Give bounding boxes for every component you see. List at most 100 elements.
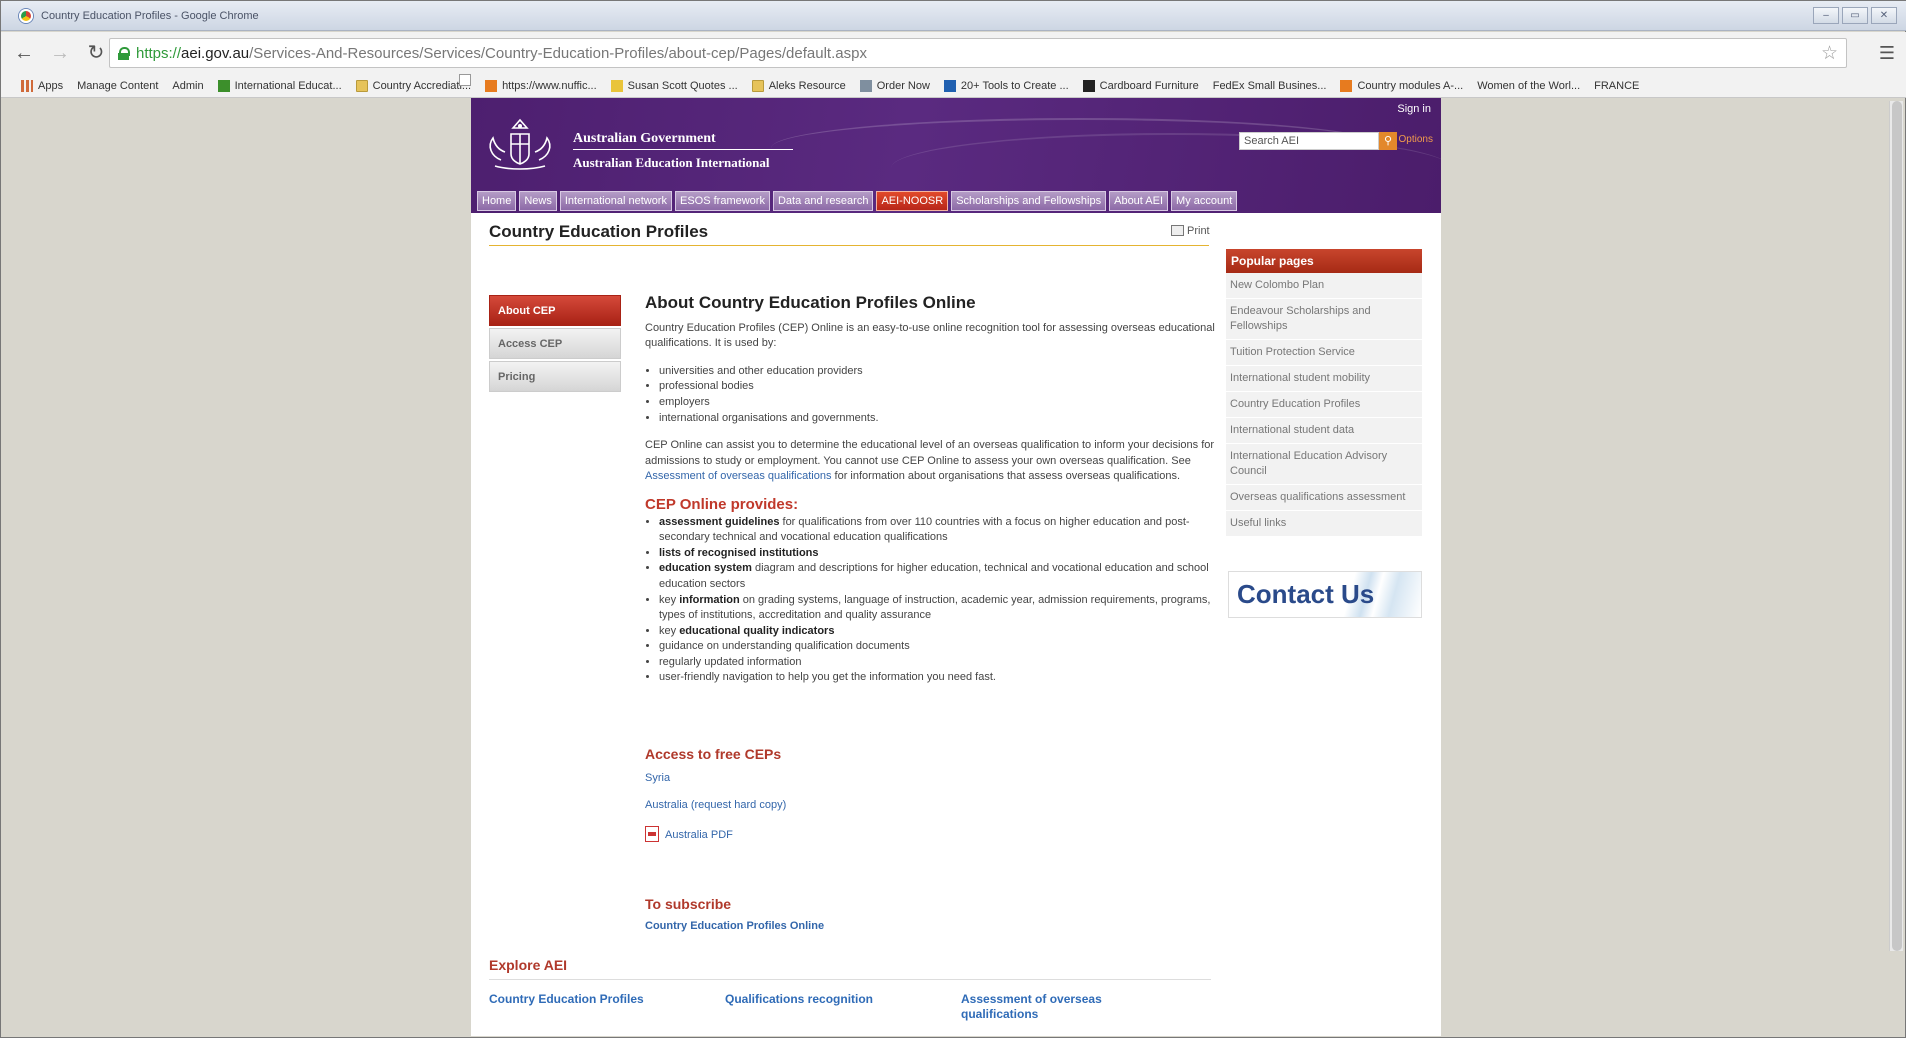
orange-site-icon [1340, 79, 1353, 92]
scrollbar[interactable] [1889, 101, 1903, 951]
nav-tab-scholarships-and-fellowships[interactable]: Scholarships and Fellowships [951, 191, 1107, 211]
address-bar[interactable]: https://aei.gov.au/Services-And-Resource… [109, 38, 1847, 68]
popular-page-link[interactable]: International student data [1226, 418, 1422, 444]
bookmark-item[interactable]: Country Accrediati... [355, 79, 472, 92]
access-heading: Access to free CEPs [645, 746, 782, 762]
list-item: user-friendly navigation to help you get… [659, 670, 1215, 686]
nav-tab-home[interactable]: Home [477, 191, 517, 211]
section-nav-pricing[interactable]: Pricing [489, 361, 621, 392]
list-item: key information on grading systems, lang… [659, 593, 1215, 624]
blue-site-icon [943, 79, 956, 92]
bookmark-item[interactable]: Admin [172, 74, 471, 92]
australia-hardcopy-link[interactable]: Australia (request hard copy) [645, 799, 786, 811]
search-input[interactable]: Search AEI [1239, 132, 1379, 150]
chrome-logo-icon [19, 8, 33, 23]
bookmark-item[interactable]: International Educat... [217, 79, 342, 92]
explore-section: Explore AEI Country Education Profiles Q… [489, 957, 1211, 1032]
popular-page-link[interactable]: New Colombo Plan [1226, 273, 1422, 299]
scrollbar-thumb[interactable] [1892, 101, 1902, 951]
popular-page-link[interactable]: International Education Advisory Council [1226, 444, 1422, 485]
window-controls: ‒ ▭ ✕ [1813, 7, 1897, 24]
bookmark-label: Admin [172, 79, 204, 92]
explore-link-recognition[interactable]: Qualifications recognition [725, 992, 873, 1007]
popular-page-link[interactable]: Tuition Protection Service [1226, 340, 1422, 366]
bookmark-item[interactable]: https://www.nuffic... [485, 79, 597, 92]
orange-site-icon [485, 79, 498, 92]
popular-page-link[interactable]: International student mobility [1226, 366, 1422, 392]
bookmark-label: https://www.nuffic... [502, 79, 597, 92]
list-item: education system diagram and description… [659, 561, 1215, 592]
section-nav: About CEP Access CEP Pricing [489, 295, 621, 394]
bookmark-label: FRANCE [1594, 79, 1640, 92]
grey-site-icon [859, 79, 872, 92]
list-item: universities and other education provide… [659, 364, 1215, 380]
print-link[interactable]: Print [1171, 225, 1210, 237]
bookmark-label: Country Accrediati... [372, 79, 472, 92]
list-item: key educational quality indicators [659, 624, 1215, 640]
assessment-link[interactable]: Assessment of overseas qualifications [645, 470, 831, 482]
explore-link-cep[interactable]: Country Education Profiles [489, 992, 644, 1007]
sign-in-link[interactable]: Sign in [1397, 103, 1431, 115]
chrome-menu-icon[interactable]: ☰ [1879, 43, 1895, 64]
users-list: universities and other education provide… [659, 364, 1215, 426]
page-viewport: Sign in Australian Government Australian… [13, 98, 1893, 1036]
lock-icon [118, 46, 130, 60]
subscribe-link[interactable]: Country Education Profiles Online [645, 920, 824, 932]
bookmark-label: Manage Content [77, 79, 159, 92]
australia-pdf-link[interactable]: Australia PDF [645, 826, 786, 842]
bookmark-label: 20+ Tools to Create ... [960, 79, 1069, 92]
bookmark-item[interactable]: FedEx Small Busines... [459, 74, 1327, 92]
folder-icon [355, 79, 368, 92]
minimize-button[interactable]: ‒ [1813, 7, 1839, 24]
bookmark-item[interactable]: Susan Scott Quotes ... [610, 79, 738, 92]
popular-pages: Popular pages New Colombo Plan Endeavour … [1226, 249, 1422, 537]
nav-tab-my-account[interactable]: My account [1171, 191, 1238, 211]
nav-tab-esos-framework[interactable]: ESOS framework [674, 191, 770, 211]
bookmark-item[interactable]: Women of the Worl... [459, 74, 1581, 92]
popular-heading: Popular pages [1226, 249, 1422, 273]
forward-arrow-icon[interactable]: → [47, 40, 73, 66]
nav-tab-news[interactable]: News [519, 191, 557, 211]
list-item: employers [659, 395, 1215, 411]
close-button[interactable]: ✕ [1871, 7, 1897, 24]
syria-link[interactable]: Syria [645, 772, 786, 784]
bookmark-label: FedEx Small Busines... [1212, 79, 1327, 92]
gov-name: Australian Government [573, 131, 716, 146]
bookmark-item[interactable]: Apps [21, 79, 63, 92]
list-item: international organisations and governme… [659, 411, 1215, 427]
bookmark-item[interactable]: FRANCE [459, 74, 1640, 92]
maximize-button[interactable]: ▭ [1842, 7, 1868, 24]
nav-tab-international-network[interactable]: International network [559, 191, 672, 211]
explore-link-assessment[interactable]: Assessment of overseas qualifications [961, 992, 1151, 1022]
assist-paragraph: CEP Online can assist you to determine t… [645, 439, 1215, 483]
reload-icon[interactable]: ↻ [83, 40, 109, 66]
agency-name: Australian Education International [573, 155, 770, 170]
bookmark-item[interactable]: Country modules A-... [1340, 79, 1463, 92]
bookmark-label: International Educat... [234, 79, 342, 92]
bookmark-item[interactable]: Manage Content [77, 74, 471, 92]
nav-tab-data-and-research[interactable]: Data and research [772, 191, 874, 211]
popular-page-link[interactable]: Overseas qualifications assessment [1226, 485, 1422, 511]
popular-page-link[interactable]: Country Education Profiles [1226, 392, 1422, 418]
section-nav-access-cep[interactable]: Access CEP [489, 328, 621, 359]
bookmark-item[interactable]: Cardboard Furniture [1082, 79, 1199, 92]
search-button-icon[interactable]: ⚲ [1379, 132, 1397, 150]
bookmark-item[interactable]: Aleks Resource [751, 79, 846, 92]
nav-tab-about-aei[interactable]: About AEI [1109, 191, 1169, 211]
popular-page-link[interactable]: Useful links [1226, 511, 1422, 537]
bookmark-label: Women of the Worl... [1477, 79, 1581, 92]
back-arrow-icon[interactable]: ← [11, 40, 37, 66]
section-nav-about-cep[interactable]: About CEP [489, 295, 621, 326]
bookmark-item[interactable]: 20+ Tools to Create ... [943, 79, 1069, 92]
url-text[interactable]: https://aei.gov.au/Services-And-Resource… [136, 45, 867, 62]
list-item: lists of recognised institutions [659, 546, 1215, 562]
title-bar: Country Education Profiles - Google Chro… [1, 1, 1906, 31]
bookmark-label: Order Now [876, 79, 930, 92]
popular-page-link[interactable]: Endeavour Scholarships and Fellowships [1226, 299, 1422, 340]
bookmark-item[interactable]: Order Now [859, 79, 930, 92]
search-options-link[interactable]: Options [1399, 134, 1433, 145]
bookmark-star-icon[interactable]: ☆ [1821, 42, 1838, 65]
contact-us-button[interactable]: Contact Us [1228, 571, 1422, 618]
nav-tab-aei-noosr[interactable]: AEI-NOOSR [876, 191, 949, 211]
list-item: professional bodies [659, 379, 1215, 395]
